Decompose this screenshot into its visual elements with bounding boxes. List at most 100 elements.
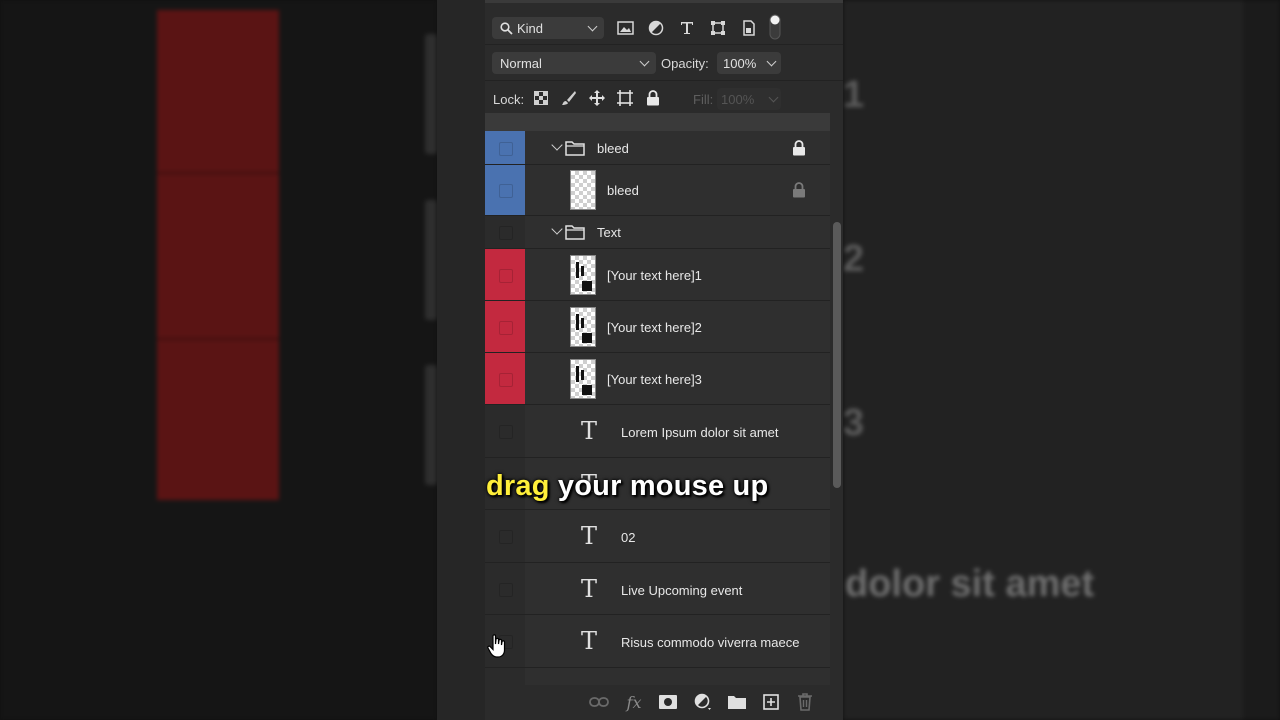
- layer-row-partial[interactable]: [485, 668, 830, 685]
- layer-name: Text: [597, 225, 621, 240]
- disclosure-chevron-icon[interactable]: [551, 139, 563, 151]
- layer-name: bleed: [597, 141, 629, 156]
- canvas-right-panel: [843, 0, 1243, 720]
- shape-filter-icon[interactable]: [708, 18, 728, 38]
- layers-panel: Kind Normal Opacity: 100% Lock: Fill: 10…: [437, 0, 843, 720]
- kind-filter-dropdown[interactable]: Kind: [492, 17, 604, 39]
- blend-mode-dropdown[interactable]: Normal: [492, 52, 656, 74]
- lock-paint-icon[interactable]: [559, 88, 579, 108]
- panel-separator: [485, 80, 843, 81]
- type-filter-icon[interactable]: [677, 18, 697, 38]
- adjustment-filter-icon[interactable]: [646, 18, 666, 38]
- layer-name: Lorem Ipsum dolor sit amet: [621, 425, 779, 440]
- visibility-toggle[interactable]: [485, 165, 525, 215]
- visibility-box: [499, 321, 513, 335]
- panel-top-edge: [485, 0, 843, 3]
- add-mask-icon[interactable]: [658, 692, 678, 712]
- layer-name: [Your text here]2: [607, 320, 702, 335]
- layer-row-smart-object[interactable]: [Your text here]2: [485, 301, 830, 353]
- layers-scrollbar[interactable]: [833, 222, 841, 488]
- canvas-red-column: [157, 10, 279, 500]
- caption-highlight-word: drag: [486, 470, 550, 502]
- chevron-down-icon: [587, 21, 598, 31]
- filter-toggle-icon[interactable]: [768, 14, 782, 40]
- layer-name: Live Upcoming event: [621, 583, 743, 598]
- layer-row-type[interactable]: T Lorem Ipsum dolor sit amet: [485, 405, 830, 458]
- visibility-box: [499, 226, 513, 240]
- layer-row-bleed[interactable]: bleed: [485, 165, 830, 216]
- opacity-field[interactable]: 100%: [717, 52, 781, 74]
- canvas-number: 2: [843, 238, 865, 280]
- kind-label: Kind: [517, 20, 544, 36]
- image-filter-icon[interactable]: [615, 18, 635, 38]
- layer-row-partial[interactable]: [485, 113, 830, 132]
- layer-row-type[interactable]: T 02: [485, 510, 830, 563]
- smart-object-filter-icon[interactable]: [739, 18, 759, 38]
- smart-object-thumbnail: [570, 359, 596, 399]
- layer-name: bleed: [607, 183, 639, 198]
- lock-artboard-icon[interactable]: [615, 88, 635, 108]
- layer-lock-icon: [793, 182, 805, 198]
- opacity-label: Opacity:: [661, 55, 709, 71]
- video-caption: drag your mouse up: [486, 470, 768, 503]
- canvas-number: 3: [843, 402, 865, 444]
- visibility-toggle[interactable]: [485, 668, 525, 685]
- canvas-number: 1: [843, 74, 865, 116]
- visibility-toggle[interactable]: [485, 353, 525, 404]
- new-group-icon[interactable]: [727, 692, 747, 712]
- lock-label: Lock:: [493, 91, 525, 107]
- layer-row-type[interactable]: T Live Upcoming event: [485, 563, 830, 615]
- visibility-box: [499, 425, 513, 439]
- visibility-box: [499, 530, 513, 544]
- chevron-down-icon: [768, 92, 779, 102]
- lock-transparent-icon[interactable]: [531, 88, 551, 108]
- layer-name: [Your text here]1: [607, 268, 702, 283]
- blend-mode-value: Normal: [500, 55, 542, 71]
- canvas-edge-strip: [425, 34, 437, 154]
- smart-object-thumbnail: [570, 307, 596, 347]
- fx-icon[interactable]: fx: [624, 692, 644, 712]
- visibility-toggle[interactable]: [485, 510, 525, 562]
- layer-lock-icon: [793, 140, 805, 156]
- visibility-toggle[interactable]: [485, 249, 525, 300]
- panel-left-gutter: [437, 0, 485, 720]
- canvas-edge-strip: [425, 200, 437, 320]
- layers-bottom-toolbar: fx: [485, 685, 843, 720]
- fill-field[interactable]: 100%: [717, 88, 781, 110]
- type-layer-icon: T: [581, 627, 598, 655]
- layer-row-type[interactable]: T Risus commodo viverra maece: [485, 615, 830, 668]
- visibility-toggle[interactable]: [485, 301, 525, 352]
- type-layer-icon: T: [581, 522, 598, 550]
- visibility-toggle[interactable]: [485, 405, 525, 457]
- layer-row-bleed-group[interactable]: bleed: [485, 131, 830, 165]
- visibility-toggle[interactable]: [485, 563, 525, 614]
- visibility-box: [499, 142, 513, 156]
- canvas-red-divider: [157, 172, 279, 174]
- link-layers-icon[interactable]: [589, 692, 609, 712]
- canvas-edge-strip: [425, 365, 437, 485]
- layer-row-smart-object[interactable]: [Your text here]1: [485, 249, 830, 301]
- layers-list: bleed bleed Text [Your text here]1 [Your…: [485, 131, 830, 685]
- layer-row-text-group[interactable]: Text: [485, 216, 830, 249]
- lock-position-icon[interactable]: [587, 88, 607, 108]
- chevron-down-icon: [766, 56, 777, 66]
- visibility-toggle[interactable]: [485, 216, 525, 248]
- panel-separator: [485, 44, 843, 45]
- hand-cursor-icon: [487, 634, 506, 658]
- folder-icon: [565, 225, 585, 240]
- visibility-toggle[interactable]: [485, 131, 525, 164]
- folder-icon: [565, 141, 585, 156]
- type-layer-icon: T: [581, 417, 598, 445]
- canvas-red-divider: [157, 338, 279, 340]
- delete-layer-icon[interactable]: [795, 692, 815, 712]
- disclosure-chevron-icon[interactable]: [551, 223, 563, 235]
- type-layer-icon: T: [581, 575, 598, 603]
- chevron-down-icon: [639, 56, 650, 66]
- fill-label: Fill:: [693, 91, 714, 107]
- new-layer-icon[interactable]: [761, 692, 781, 712]
- visibility-box: [499, 373, 513, 387]
- lock-all-icon[interactable]: [643, 88, 663, 108]
- layer-row-smart-object[interactable]: [Your text here]3: [485, 353, 830, 405]
- search-icon: [500, 21, 513, 35]
- new-adjustment-icon[interactable]: [693, 692, 713, 712]
